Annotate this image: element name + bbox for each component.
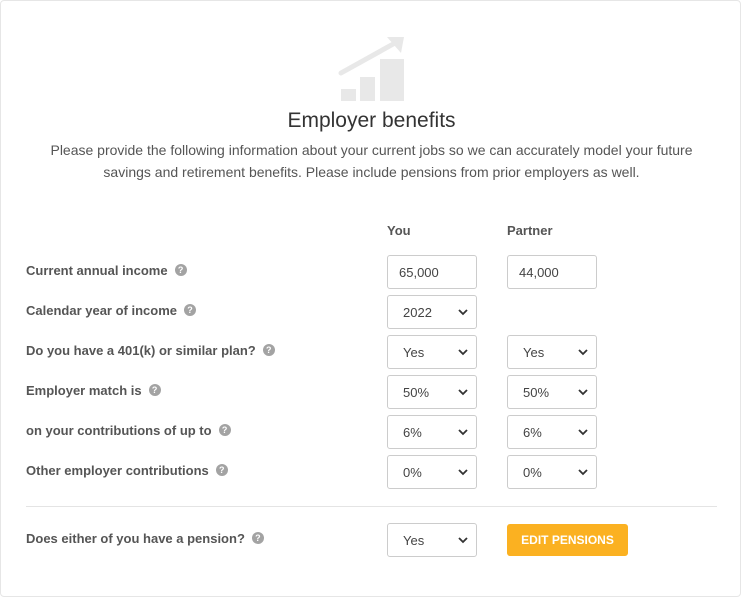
other-you-value: 0% xyxy=(403,464,422,480)
upto-you-select[interactable]: 6% xyxy=(387,415,477,449)
upto-you-value: 6% xyxy=(403,424,422,440)
other-you-select[interactable]: 0% xyxy=(387,455,477,489)
chevron-down-icon xyxy=(458,469,468,476)
year-you-select[interactable]: 2022 xyxy=(387,295,477,329)
row-label-other-contributions: Other employer contributions ? xyxy=(26,453,228,487)
pension-you-value: Yes xyxy=(403,532,425,548)
row-label-401k-plan: Do you have a 401(k) or similar plan? ? xyxy=(26,333,275,367)
edit-pensions-button[interactable]: EDIT PENSIONS xyxy=(507,524,628,556)
growth-chart-icon xyxy=(338,37,404,101)
chevron-down-icon xyxy=(458,309,468,316)
chevron-down-icon xyxy=(578,389,588,396)
plan-partner-select[interactable]: Yes xyxy=(507,335,597,369)
column-header-you: You xyxy=(387,223,411,238)
label-text: Do you have a 401(k) or similar plan? xyxy=(26,342,256,358)
chevron-down-icon xyxy=(578,349,588,356)
chevron-down-icon xyxy=(458,389,468,396)
match-you-value: 50% xyxy=(403,384,430,400)
help-icon[interactable]: ? xyxy=(218,424,231,436)
label-text: Current annual income xyxy=(26,262,168,278)
row-label-calendar-year: Calendar year of income ? xyxy=(26,293,196,327)
row-label-annual-income: Current annual income ? xyxy=(26,253,187,287)
match-partner-select[interactable]: 50% xyxy=(507,375,597,409)
income-partner-input[interactable]: 44,000 xyxy=(507,255,597,289)
row-label-contributions-up-to: on your contributions of up to ? xyxy=(26,413,231,447)
row-label-employer-match: Employer match is ? xyxy=(26,373,161,407)
chevron-down-icon xyxy=(578,429,588,436)
income-partner-value: 44,000 xyxy=(519,264,559,280)
income-you-value: 65,000 xyxy=(399,264,439,280)
chevron-down-icon xyxy=(458,537,468,544)
upto-partner-select[interactable]: 6% xyxy=(507,415,597,449)
other-partner-value: 0% xyxy=(523,464,542,480)
help-icon[interactable]: ? xyxy=(174,264,187,276)
label-text: Calendar year of income xyxy=(26,302,177,318)
year-you-value: 2022 xyxy=(403,304,432,320)
page-description: Please provide the following information… xyxy=(50,142,693,180)
help-icon[interactable]: ? xyxy=(262,344,275,356)
chevron-down-icon xyxy=(458,349,468,356)
label-text: Does either of you have a pension? xyxy=(26,530,245,546)
help-icon[interactable]: ? xyxy=(215,464,228,476)
pension-you-select[interactable]: Yes xyxy=(387,523,477,557)
column-header-partner: Partner xyxy=(507,223,553,238)
upto-partner-value: 6% xyxy=(523,424,542,440)
chevron-down-icon xyxy=(578,469,588,476)
plan-you-select[interactable]: Yes xyxy=(387,335,477,369)
row-label-pension: Does either of you have a pension? ? xyxy=(26,521,264,555)
help-icon[interactable]: ? xyxy=(251,532,264,544)
label-text: Employer match is xyxy=(26,382,142,398)
help-icon[interactable]: ? xyxy=(148,384,161,396)
page-title: Employer benefits xyxy=(287,109,456,132)
section-divider xyxy=(26,506,717,507)
chevron-down-icon xyxy=(458,429,468,436)
other-partner-select[interactable]: 0% xyxy=(507,455,597,489)
help-icon[interactable]: ? xyxy=(184,304,196,316)
label-text: Other employer contributions xyxy=(26,462,209,478)
plan-you-value: Yes xyxy=(403,344,425,360)
match-partner-value: 50% xyxy=(523,384,550,400)
plan-partner-value: Yes xyxy=(523,344,545,360)
label-text: on your contributions of up to xyxy=(26,422,212,438)
income-you-input[interactable]: 65,000 xyxy=(387,255,477,289)
employer-benefits-card: Employer benefits Please provide the fol… xyxy=(0,0,741,597)
match-you-select[interactable]: 50% xyxy=(387,375,477,409)
